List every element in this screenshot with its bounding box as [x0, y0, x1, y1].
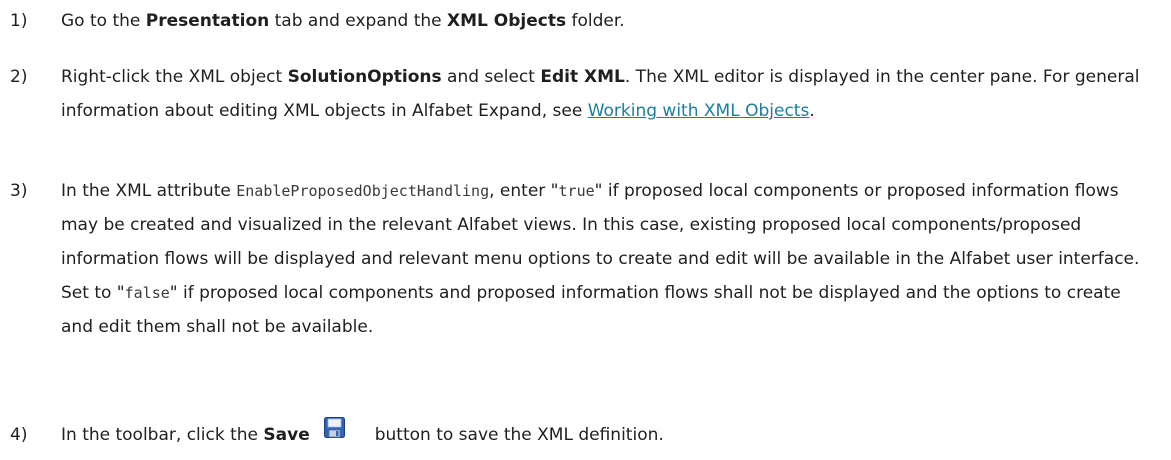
- save-icon: [323, 416, 345, 438]
- bold-term: Edit XML: [540, 67, 625, 87]
- bold-term: Presentation: [145, 11, 270, 31]
- step-number: 4): [10, 425, 28, 445]
- step-text: Right-click the XML object SolutionOptio…: [61, 60, 1149, 128]
- code-term: true: [558, 182, 595, 200]
- text-run: Go to the: [61, 11, 146, 31]
- text-run: folder.: [566, 11, 625, 31]
- text-run: , enter ": [489, 181, 559, 201]
- bold-term: Save: [263, 425, 310, 445]
- code-term: false: [124, 284, 170, 302]
- text-run: Right-click the XML object: [61, 67, 288, 87]
- text-run: In the toolbar, click the: [61, 425, 264, 445]
- bold-term: XML Objects: [447, 11, 567, 31]
- text-run: " if proposed local components and propo…: [61, 283, 1121, 337]
- step-number: 3): [10, 181, 28, 201]
- code-term: EnableProposedObjectHandling: [236, 182, 490, 200]
- step-number: 1): [10, 11, 28, 31]
- text-run: and select: [441, 67, 541, 87]
- text-run: button to save the XML definition.: [374, 425, 664, 445]
- text-run: In the XML attribute: [61, 181, 237, 201]
- text-run: tab and expand the: [269, 11, 448, 31]
- working-with-xml-objects-link[interactable]: Working with XML Objects: [588, 101, 810, 121]
- bold-term: SolutionOptions: [287, 67, 442, 87]
- text-run: .: [809, 101, 815, 121]
- step-text: In the toolbar, click the Save button to…: [61, 416, 1149, 448]
- step-number: 2): [10, 67, 28, 87]
- step-text: In the XML attribute EnableProposedObjec…: [61, 174, 1149, 344]
- step-text: Go to the Presentation tab and expand th…: [61, 8, 1149, 34]
